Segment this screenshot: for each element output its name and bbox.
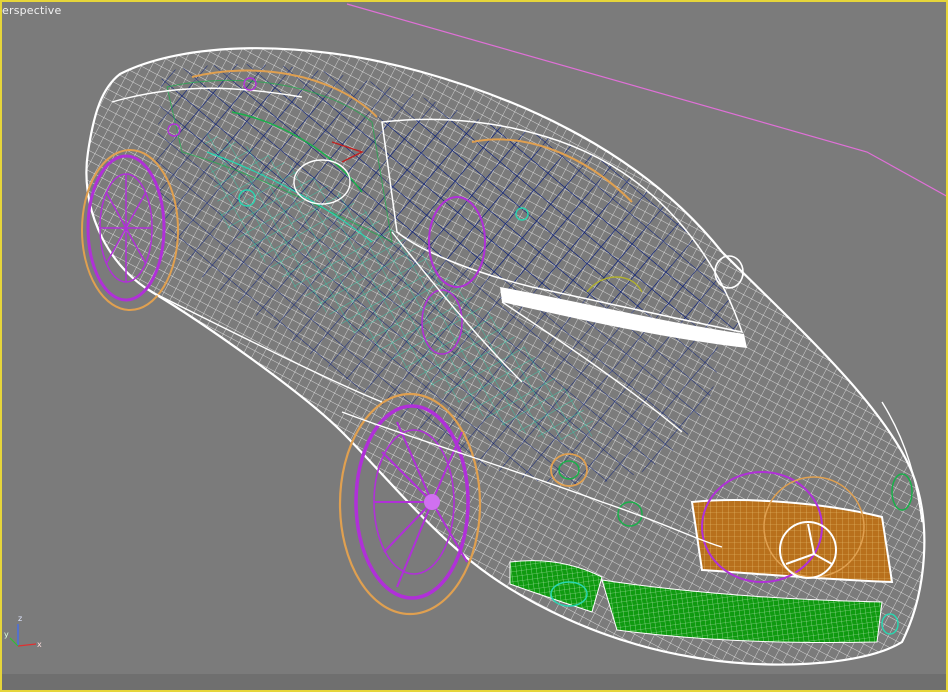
perspective-viewport[interactable]: erspective z x y (0, 0, 948, 692)
viewport-bottom-strip (2, 674, 946, 690)
axis-gizmo-icon: z x y (4, 614, 42, 649)
axis-x-label: x (37, 640, 42, 649)
axis-z-label: z (18, 614, 22, 623)
axis-y-label: y (4, 630, 9, 639)
viewport-label[interactable]: erspective (2, 4, 61, 17)
wireframe-scene[interactable] (2, 2, 948, 692)
